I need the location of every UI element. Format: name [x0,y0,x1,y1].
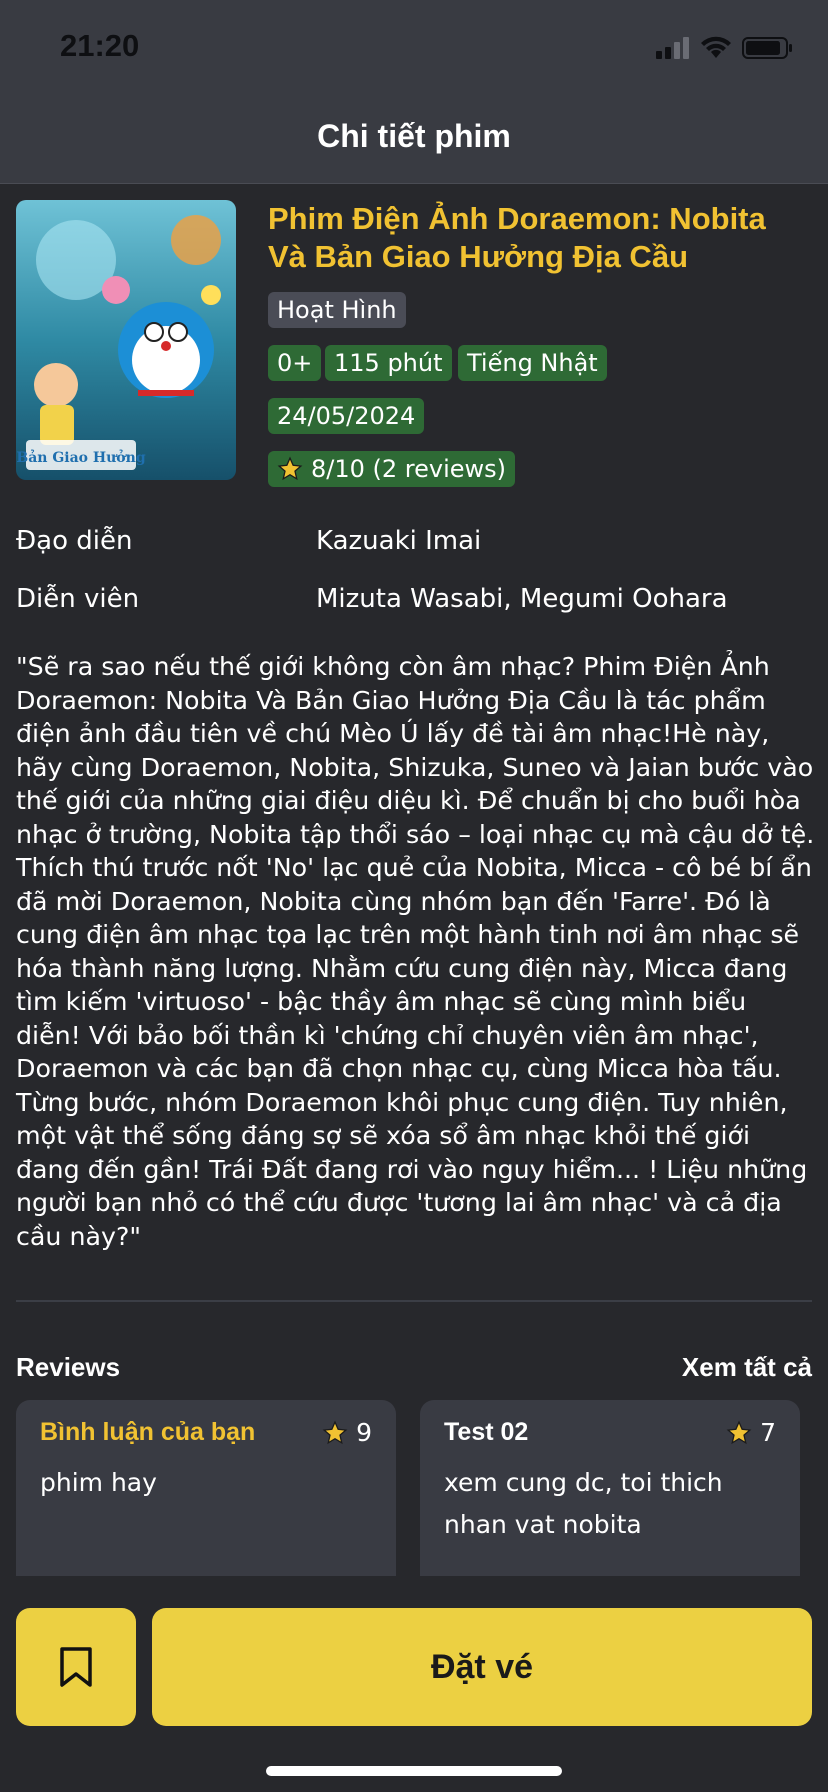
review-card[interactable]: Test 02 7 xem cung dc, toi thich nhan va… [420,1400,800,1576]
review-text: xem cung dc, toi thich nhan vat nobita [444,1468,723,1539]
review-author: Test 02 [444,1418,529,1446]
battery-icon [742,37,792,59]
movie-poster: Bản Giao Hưởng [16,200,236,480]
rating-chip: 8/10 (2 reviews) [268,451,516,487]
genre-chip: Hoạt Hình [268,292,406,328]
synopsis: "Sẽ ra sao nếu thế giới không còn âm nhạ… [16,652,815,1251]
director-label: Đạo diễn [16,526,133,556]
home-indicator[interactable] [266,1766,562,1776]
director-value: Kazuaki Imai [316,526,482,556]
navigation-header: 21:20 Chi tiết phim [0,0,828,184]
duration-chip: 115 phút [325,345,452,381]
reviews-heading: Reviews [16,1352,121,1382]
page-title: Chi tiết phim [317,118,511,154]
movie-title: Phim Điện Ảnh Doraemon: Nobita Và Bản Gi… [268,201,766,274]
review-score: 9 [356,1418,372,1447]
review-author: Bình luận của bạn [40,1418,256,1446]
release-date-chip: 24/05/2024 [268,398,425,434]
wifi-icon [701,36,731,58]
bookmark-icon [60,1647,92,1687]
cellular-signal-icon [656,37,689,59]
review-score: 7 [760,1418,776,1447]
status-icons [656,36,794,60]
language-chip: Tiếng Nhật [458,345,607,381]
section-divider [16,1300,812,1302]
star-icon [322,1420,348,1444]
cast-label: Diễn viên [16,584,140,614]
age-rating-chip: 0+ [268,345,322,381]
star-icon [726,1420,752,1444]
star-icon [277,456,303,481]
review-text: phim hay [40,1468,157,1497]
poster-logo: Bản Giao Hưởng [16,449,145,466]
cast-value: Mizuta Wasabi, Megumi Oohara [316,584,728,614]
review-card[interactable]: Bình luận của bạn 9 phim hay [16,1400,396,1576]
review-rating: 9 [322,1418,372,1447]
status-time: 21:20 [60,28,140,63]
see-all-reviews-link[interactable]: Xem tất cả [682,1352,812,1383]
review-rating: 7 [726,1418,776,1447]
bookmark-button[interactable] [16,1608,136,1726]
rating-text: 8/10 (2 reviews) [311,455,507,483]
book-ticket-button[interactable]: Đặt vé [152,1608,812,1726]
